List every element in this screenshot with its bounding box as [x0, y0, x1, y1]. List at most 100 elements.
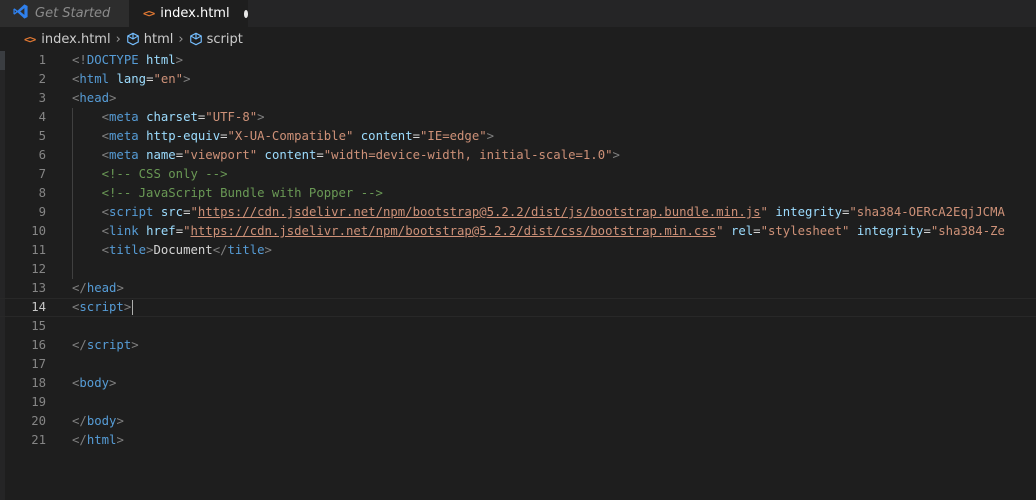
line-number[interactable]: 16 [0, 336, 46, 355]
line-number[interactable]: 21 [0, 431, 46, 450]
code-line[interactable]: 12 [0, 260, 1036, 279]
code-token: meta [109, 129, 139, 143]
code-line[interactable]: 9 <script src="https://cdn.jsdelivr.net/… [0, 203, 1036, 222]
line-number[interactable]: 9 [0, 203, 46, 222]
line-number[interactable]: 6 [0, 146, 46, 165]
code-token: script [109, 205, 154, 219]
code-line[interactable]: 17 [0, 355, 1036, 374]
code-line[interactable]: 14 <script> [0, 298, 1036, 317]
breadcrumb-item-script[interactable]: script [189, 32, 243, 47]
code-token: = [175, 148, 184, 162]
code-line[interactable]: 2 <html lang="en"> [0, 70, 1036, 89]
line-number[interactable]: 8 [0, 184, 46, 203]
code-text: <script src="https://cdn.jsdelivr.net/np… [72, 203, 1005, 222]
code-line[interactable]: 8 <!-- JavaScript Bundle with Popper --> [0, 184, 1036, 203]
code-token: = [923, 224, 931, 238]
code-token: > [116, 281, 124, 295]
line-number[interactable]: 4 [0, 108, 46, 127]
code-token: Document [153, 243, 213, 257]
tab-label: Get Started [35, 6, 111, 21]
code-token: > [175, 53, 184, 67]
code-line[interactable]: 19 [0, 393, 1036, 412]
code-line[interactable]: 1 <!DOCTYPE html> [0, 51, 1036, 70]
code-token: = [175, 224, 184, 238]
breadcrumb-item-html[interactable]: html [126, 32, 173, 47]
code-token: src [160, 205, 184, 219]
code-line[interactable]: 7 <!-- CSS only --> [0, 165, 1036, 184]
code-token: > [257, 110, 265, 124]
code-text: <!DOCTYPE html> [72, 51, 183, 70]
line-number[interactable]: 12 [0, 260, 46, 279]
code-line[interactable]: 6 <meta name="viewport" content="width=d… [0, 146, 1036, 165]
unsaved-dot-icon[interactable] [243, 9, 248, 18]
code-text: <script> [72, 299, 134, 316]
code-token: <!-- JavaScript Bundle with Popper --> [101, 186, 383, 200]
code-text: </html> [72, 431, 124, 450]
line-number[interactable]: 10 [0, 222, 46, 241]
code-token: "stylesheet" [760, 224, 850, 238]
line-number[interactable]: 7 [0, 165, 46, 184]
code-token: "width=device-width, initial-scale=1.0" [323, 148, 613, 162]
code-line[interactable]: 11 <title>Document</title> [0, 241, 1036, 260]
code-token: > [109, 376, 117, 390]
code-text: <head> [72, 89, 116, 108]
line-number[interactable]: 2 [0, 70, 46, 89]
line-number[interactable]: 15 [0, 317, 46, 336]
line-number[interactable]: 19 [0, 393, 46, 412]
code-token: rel [730, 224, 754, 238]
code-line[interactable]: 3 <head> [0, 89, 1036, 108]
code-token: <!-- CSS only --> [101, 167, 228, 181]
code-token: content [264, 148, 317, 162]
line-number[interactable]: 13 [0, 279, 46, 298]
line-number[interactable]: 11 [0, 241, 46, 260]
code-token: > [131, 338, 139, 352]
line-number[interactable]: 3 [0, 89, 46, 108]
code-line[interactable]: 10 <link href="https://cdn.jsdelivr.net/… [0, 222, 1036, 241]
code-token: < [101, 205, 110, 219]
code-line[interactable]: 16 </script> [0, 336, 1036, 355]
line-number[interactable]: 18 [0, 374, 46, 393]
code-token: "viewport" [183, 148, 258, 162]
code-token: "IE=edge" [420, 129, 487, 143]
code-line[interactable]: 15 [0, 317, 1036, 336]
code-token: </ [72, 338, 87, 352]
code-token: name [146, 148, 176, 162]
code-token: " [183, 224, 191, 238]
code-line[interactable]: 20 </body> [0, 412, 1036, 431]
tab-index-html[interactable]: <> index.html [129, 0, 248, 27]
code-text: </body> [72, 412, 124, 431]
line-number[interactable]: 14 [0, 299, 46, 316]
code-text: <!-- JavaScript Bundle with Popper --> [72, 184, 383, 203]
code-line[interactable]: 18 <body> [0, 374, 1036, 393]
line-number[interactable]: 1 [0, 51, 46, 70]
code-line[interactable]: 21 </html> [0, 431, 1036, 450]
code-line[interactable]: 4 <meta charset="UTF-8"> [0, 108, 1036, 127]
line-number[interactable]: 5 [0, 127, 46, 146]
code-text: <body> [72, 374, 116, 393]
code-token: < [101, 148, 110, 162]
code-line[interactable]: 5 <meta http-equiv="X-UA-Compatible" con… [0, 127, 1036, 146]
code-token: "X-UA-Compatible" [227, 129, 354, 143]
code-token: https://cdn.jsdelivr.net/npm/bootstrap@5… [197, 205, 761, 219]
breadcrumb-item-file[interactable]: <> index.html [24, 32, 111, 47]
code-line[interactable]: 13 </head> [0, 279, 1036, 298]
code-token: > [116, 414, 124, 428]
code-token: body [86, 414, 117, 428]
tab-get-started[interactable]: Get Started [0, 0, 129, 27]
code-token: head [86, 281, 117, 295]
code-token: "UTF-8" [205, 110, 258, 124]
code-token: > [109, 91, 117, 105]
code-editor[interactable]: 1 <!DOCTYPE html> 2 <html lang="en"> 3 <head>… [0, 51, 1036, 500]
code-token: head [79, 91, 110, 105]
code-token: = [412, 129, 421, 143]
line-number[interactable]: 17 [0, 355, 46, 374]
line-number[interactable]: 20 [0, 412, 46, 431]
breadcrumb-label: script [206, 31, 243, 47]
